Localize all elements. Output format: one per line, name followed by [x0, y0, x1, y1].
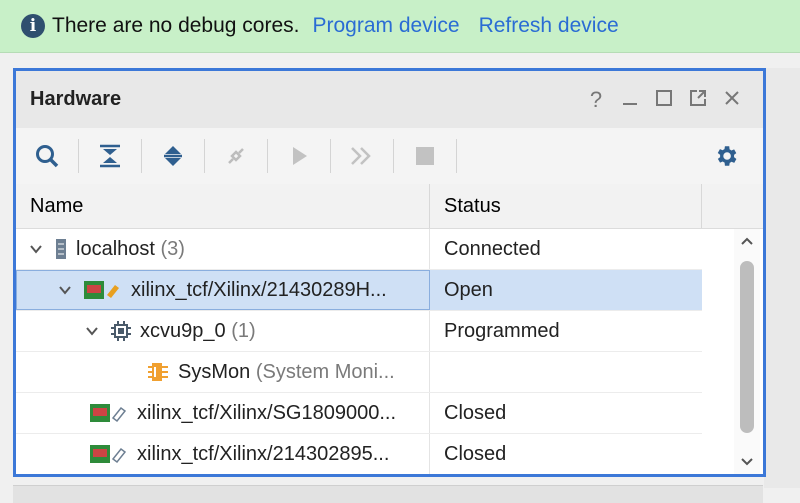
name-cell: xilinx_tcf/Xilinx/21430289H...: [16, 270, 430, 310]
status-cell: [430, 352, 702, 392]
chip-icon: [110, 320, 132, 342]
column-header-name[interactable]: Name: [16, 184, 430, 228]
scroll-down-button[interactable]: [734, 452, 760, 472]
collapse-all-button[interactable]: [89, 136, 131, 176]
outer-scroll-area: [764, 68, 800, 488]
help-button[interactable]: ?: [579, 87, 613, 113]
tree-row-target-2[interactable]: xilinx_tcf/Xilinx/SG1809000... Closed: [16, 393, 702, 434]
status-cell: Open: [444, 278, 493, 301]
row-label: xilinx_tcf/Xilinx/214302895...: [137, 442, 390, 465]
auto-connect-button[interactable]: [215, 136, 257, 176]
float-window-icon: [690, 89, 706, 106]
hardware-panel: Hardware ? Name Status localhost (3) Con…: [13, 68, 766, 477]
float-button[interactable]: [681, 87, 715, 113]
toolbar-separator: [267, 139, 268, 173]
toolbar-separator: [78, 139, 79, 173]
minimize-button[interactable]: [613, 87, 647, 113]
gear-icon: [717, 146, 737, 166]
column-header-status[interactable]: Status: [430, 184, 702, 228]
row-count: (3): [160, 237, 185, 260]
panel-title: Hardware: [30, 88, 122, 110]
jtag-target-closed-icon: [89, 443, 129, 465]
notification-banner: i There are no debug cores. Program devi…: [0, 0, 800, 53]
tree-row-sysmon[interactable]: SysMon (System Moni...: [16, 352, 702, 393]
search-icon: [36, 145, 59, 168]
chevron-down-icon[interactable]: [28, 241, 44, 257]
maximize-icon: [656, 89, 672, 106]
panel-toolbar: [16, 128, 763, 184]
maximize-button[interactable]: [647, 87, 681, 113]
chevron-down-icon[interactable]: [84, 323, 100, 339]
status-cell: Closed: [444, 442, 507, 465]
tree-scrollbar[interactable]: [734, 229, 760, 474]
expand-all-icon: [164, 146, 182, 166]
chevron-up-icon: [741, 237, 753, 245]
status-cell: Connected: [444, 237, 541, 260]
next-panel-edge: [13, 485, 763, 503]
run-button[interactable]: [278, 136, 320, 176]
toolbar-separator: [141, 139, 142, 173]
tree-row-target-1[interactable]: xilinx_tcf/Xilinx/21430289H... Open: [16, 270, 702, 311]
status-cell: Programmed: [444, 319, 560, 342]
row-label: xcvu9p_0: [140, 319, 226, 342]
plug-icon: [228, 148, 244, 164]
tree-row-device[interactable]: xcvu9p_0 (1) Programmed: [16, 311, 702, 352]
fast-forward-icon: [351, 147, 371, 165]
scroll-thumb[interactable]: [740, 261, 754, 433]
chevron-down-icon[interactable]: [57, 282, 73, 298]
row-label: xilinx_tcf/Xilinx/SG1809000...: [137, 401, 397, 424]
row-label: localhost: [76, 237, 155, 260]
toolbar-separator: [330, 139, 331, 173]
minimize-icon: [623, 102, 637, 105]
window-buttons: ?: [579, 87, 749, 113]
name-cell: xcvu9p_0 (1): [16, 311, 430, 351]
row-count: (1): [231, 319, 256, 342]
stop-button[interactable]: [404, 136, 446, 176]
expand-all-button[interactable]: [152, 136, 194, 176]
settings-button[interactable]: [705, 136, 747, 176]
run-immediate-button[interactable]: [341, 136, 383, 176]
hardware-tree: localhost (3) Connected xilinx_tcf/Xilin…: [16, 229, 702, 474]
close-button[interactable]: [715, 87, 749, 113]
name-cell: localhost (3): [16, 229, 430, 269]
toolbar-separator: [204, 139, 205, 173]
sysmon-icon: [146, 361, 170, 383]
tree-row-target-3[interactable]: xilinx_tcf/Xilinx/214302895... Closed: [16, 434, 702, 474]
refresh-device-link[interactable]: Refresh device: [479, 14, 619, 38]
toolbar-separator: [456, 139, 457, 173]
program-device-link[interactable]: Program device: [313, 14, 460, 38]
status-cell: Closed: [444, 401, 507, 424]
jtag-target-open-icon: [83, 279, 123, 301]
panel-titlebar: Hardware ?: [16, 71, 763, 128]
row-label: xilinx_tcf/Xilinx/21430289H...: [131, 278, 387, 301]
play-icon: [293, 147, 307, 165]
stop-icon: [416, 147, 434, 165]
name-cell: xilinx_tcf/Xilinx/214302895...: [16, 434, 430, 474]
tree-row-localhost[interactable]: localhost (3) Connected: [16, 229, 702, 270]
search-button[interactable]: [26, 136, 68, 176]
chevron-down-icon: [741, 458, 753, 466]
server-icon: [54, 238, 68, 260]
tree-header: Name Status: [16, 184, 763, 229]
close-icon: [725, 90, 739, 105]
info-icon: i: [21, 14, 45, 38]
collapse-all-icon: [100, 144, 120, 168]
scroll-up-button[interactable]: [734, 231, 760, 251]
row-description: (System Moni...: [255, 360, 395, 383]
banner-message: There are no debug cores.: [52, 14, 300, 37]
toolbar-separator: [393, 139, 394, 173]
jtag-target-closed-icon: [89, 402, 129, 424]
name-cell: SysMon (System Moni...: [16, 352, 430, 392]
name-cell: xilinx_tcf/Xilinx/SG1809000...: [16, 393, 430, 433]
row-label: SysMon: [178, 360, 251, 383]
